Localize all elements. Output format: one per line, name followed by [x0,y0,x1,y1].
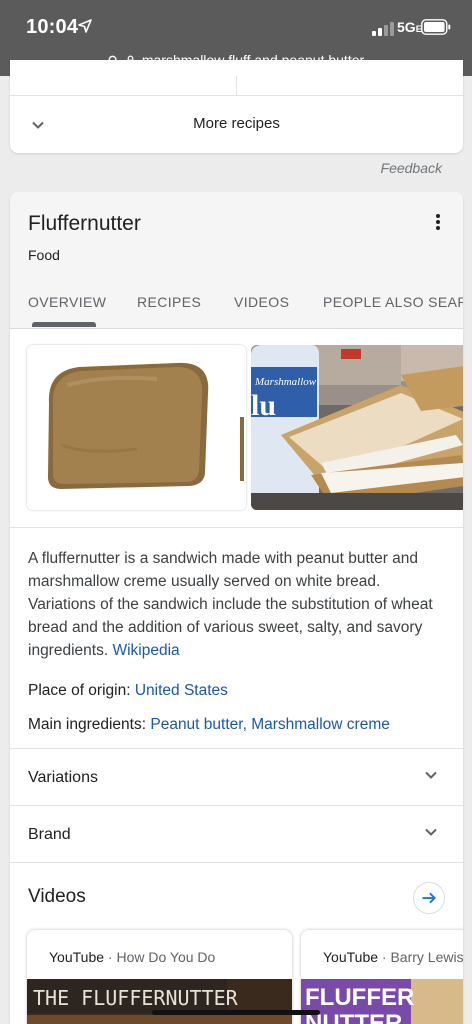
image-carousel: Marshmallow lu [10,329,463,529]
feedback-link[interactable]: Feedback [381,160,442,176]
video-channel: How Do You Do [116,949,216,965]
more-options-icon[interactable] [435,213,441,231]
knowledge-panel-header: Fluffernutter Food OVERVIEW RECIPES VIDE… [10,192,463,328]
network-indicator: 5GE [397,19,422,35]
images-divider [10,527,463,528]
location-arrow-icon [78,19,92,33]
panel-subtitle: Food [28,247,60,263]
video-thumbnail: FLUFFER NUTTER [301,979,463,1024]
panel-title: Fluffernutter [28,212,141,235]
battery-icon [421,19,451,35]
fact-place-of-origin: Place of origin: United States [28,682,228,700]
jar-label-text: Marshmallow [254,376,317,388]
tab-recipes[interactable]: RECIPES [137,294,201,310]
tab-videos[interactable]: VIDEOS [234,294,289,310]
video-site: YouTube [323,949,379,965]
more-recipes-button[interactable]: More recipes [10,96,463,153]
marshmallow-sandwich-image: Marshmallow lu [251,345,463,510]
video-channel: Barry Lewis [390,949,463,965]
home-indicator[interactable] [152,1010,320,1015]
video-site: YouTube [49,949,105,965]
video-source: YouTube · How Do You Do [49,949,215,965]
wikipedia-link[interactable]: Wikipedia [112,642,179,659]
peanut-butter-bread-image [27,345,246,510]
videos-title: Videos [28,886,86,907]
status-time: 10:04 [26,16,79,38]
recipes-column-divider [236,76,237,95]
knowledge-panel: Fluffernutter Food OVERVIEW RECIPES VIDE… [10,192,463,1024]
arrow-right-icon[interactable] [413,882,445,914]
video-separator: · [378,949,391,965]
chevron-down-icon [425,771,437,779]
image-marshmallow-sandwich[interactable]: Marshmallow lu [251,345,463,510]
thumbnail-title-text: THE FLUFFERNUTTER [33,986,239,1010]
more-recipes-label: More recipes [193,115,280,132]
videos-divider [10,862,463,863]
video-source: YouTube · Barry Lewis [323,949,463,965]
tab-people-also-search[interactable]: PEOPLE ALSO SEAR [323,294,463,310]
variations-label: Variations [28,769,98,786]
ingredients-label: Main ingredients: [28,716,147,733]
description-text: A fluffernutter is a sandwich made with … [28,550,433,659]
thumbnail-title-text: FLUFFER [305,984,414,1011]
brand-expander[interactable]: Brand [10,805,463,862]
ingredient-marshmallow-creme-link[interactable]: Marshmallow creme [251,716,390,733]
tab-overview[interactable]: OVERVIEW [28,294,106,310]
origin-link[interactable]: United States [135,682,228,699]
variations-expander[interactable]: Variations [10,748,463,805]
network-type: 5G [397,19,416,35]
image-sandwich-slice[interactable] [27,345,246,510]
video-thumbnail: THE FLUFFERNUTTER [27,979,292,1024]
video-card[interactable]: YouTube · Barry Lewis FLUFFER NUTTER [301,930,463,1024]
ingredient-peanut-butter-link[interactable]: Peanut butter, [150,716,247,733]
svg-text:lu: lu [251,389,276,422]
fact-main-ingredients: Main ingredients: Peanut butter, Marshma… [28,716,390,734]
active-tab-indicator [32,322,96,327]
recipes-card: More recipes [10,60,463,153]
origin-label: Place of origin: [28,682,131,699]
chevron-down-icon [425,828,437,836]
video-separator: · [104,949,117,965]
signal-icon [372,22,394,36]
panel-description: A fluffernutter is a sandwich made with … [28,547,448,662]
brand-label: Brand [28,826,71,843]
